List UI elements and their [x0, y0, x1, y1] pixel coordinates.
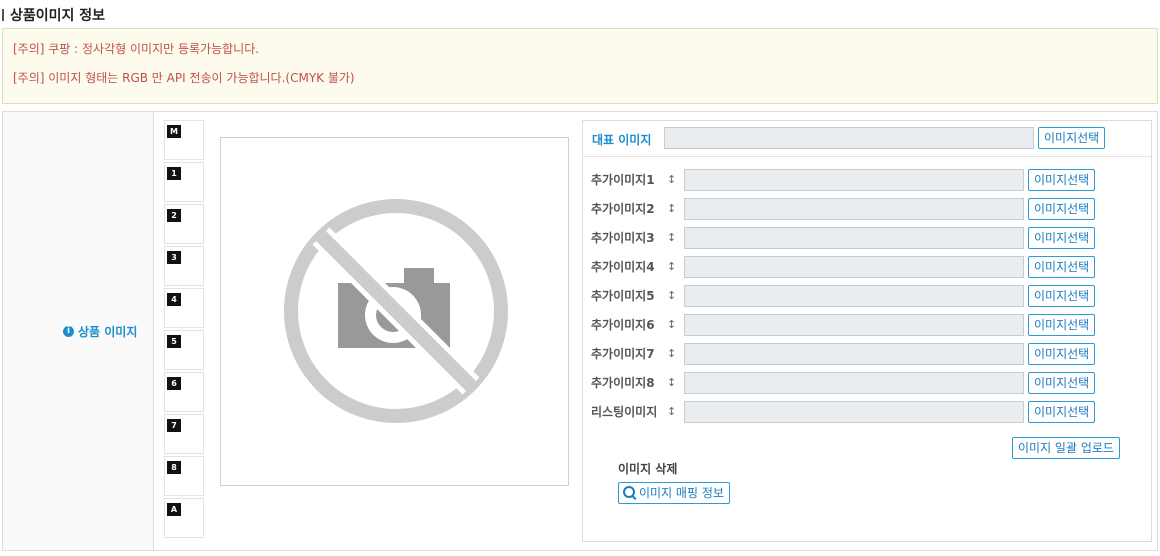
sub-image-label: 추가이미지2: [591, 202, 655, 216]
sub-image-row: 추가이미지4 ↕ 이미지선택: [583, 255, 1151, 279]
sort-handle-icon[interactable]: ↕: [667, 231, 676, 244]
sub-image-select-button[interactable]: 이미지선택: [1028, 401, 1096, 423]
thumbnail-slot[interactable]: 6: [164, 372, 204, 412]
sub-image-label: 추가이미지1: [591, 173, 655, 187]
thumbnail-tag: A: [167, 503, 181, 516]
thumbnail-tag: 3: [167, 251, 181, 264]
image-mapping-button[interactable]: 이미지 매핑 정보: [618, 482, 730, 504]
image-mapping-label: 이미지 매핑 정보: [639, 486, 724, 500]
sub-image-field[interactable]: [684, 227, 1024, 249]
row-label-cell: i 상품 이미지: [3, 112, 154, 550]
sub-image-field[interactable]: [684, 314, 1024, 336]
thumbnail-slot[interactable]: 4: [164, 288, 204, 328]
product-image-label-text: 상품 이미지: [78, 325, 138, 339]
sub-image-select-button[interactable]: 이미지선택: [1028, 285, 1096, 307]
notice-line-1: [주의] 쿠팡 : 정사각형 이미지만 등록가능합니다.: [13, 42, 260, 56]
thumbnail-tag: 4: [167, 293, 181, 306]
notice-line-2: [주의] 이미지 형태는 RGB 만 API 전송이 가능합니다.(CMYK 불…: [13, 71, 355, 85]
sub-image-select-button[interactable]: 이미지선택: [1028, 343, 1096, 365]
bulk-upload-button[interactable]: 이미지 일괄 업로드: [1012, 437, 1120, 459]
sub-image-select-button[interactable]: 이미지선택: [1028, 169, 1096, 191]
main-image-field[interactable]: [664, 127, 1034, 149]
section-title-text: 상품이미지 정보: [10, 8, 106, 24]
sub-image-select-button[interactable]: 이미지선택: [1028, 256, 1096, 278]
sub-image-row: 추가이미지7 ↕ 이미지선택: [583, 342, 1151, 366]
sub-image-field[interactable]: [684, 256, 1024, 278]
thumbnail-tag: 8: [167, 461, 181, 474]
sub-image-label: 추가이미지7: [591, 347, 655, 361]
section-title: 상품이미지 정보: [2, 5, 105, 25]
sub-image-select-button[interactable]: 이미지선택: [1028, 198, 1096, 220]
sub-image-field[interactable]: [684, 343, 1024, 365]
sort-handle-icon[interactable]: ↕: [667, 376, 676, 389]
info-icon: i: [63, 326, 74, 337]
thumbnail-slot[interactable]: 3: [164, 246, 204, 286]
sort-handle-icon[interactable]: ↕: [667, 202, 676, 215]
image-preview: [220, 137, 569, 486]
sub-image-field[interactable]: [684, 372, 1024, 394]
thumbnail-tag: M: [167, 125, 181, 138]
sub-image-label: 추가이미지8: [591, 376, 655, 390]
sort-handle-icon[interactable]: ↕: [667, 260, 676, 273]
product-image-label: i 상품 이미지: [63, 323, 137, 340]
main-image-select-button[interactable]: 이미지선택: [1038, 127, 1106, 149]
main-image-label: 대표 이미지: [592, 133, 652, 147]
thumbnail-slot[interactable]: 5: [164, 330, 204, 370]
sort-handle-icon[interactable]: ↕: [667, 405, 676, 418]
search-icon: [623, 486, 635, 498]
delete-image-label: 이미지 삭제: [618, 462, 678, 476]
thumbnail-slot[interactable]: 7: [164, 414, 204, 454]
sub-image-row: 추가이미지8 ↕ 이미지선택: [583, 371, 1151, 395]
thumbnail-slot[interactable]: 1: [164, 162, 204, 202]
sub-image-field[interactable]: [684, 198, 1024, 220]
thumbnail-tag: 5: [167, 335, 181, 348]
image-panel: i 상품 이미지 M 1 2 3 4 5 6 7 8 A 대표 이미지 이미지선택 추가이미지1 ↕…: [2, 111, 1158, 551]
thumbnail-list: M 1 2 3 4 5 6 7 8 A: [164, 120, 205, 540]
sub-image-label: 추가이미지4: [591, 260, 655, 274]
sub-image-label: 추가이미지5: [591, 289, 655, 303]
thumbnail-slot[interactable]: 8: [164, 456, 204, 496]
sub-image-field[interactable]: [684, 285, 1024, 307]
sub-image-label: 추가이미지3: [591, 231, 655, 245]
thumbnail-tag: 1: [167, 167, 181, 180]
thumbnail-slot[interactable]: M: [164, 120, 204, 160]
sort-handle-icon[interactable]: ↕: [667, 347, 676, 360]
sub-image-label: 리스팅이미지: [591, 405, 658, 419]
sub-image-field[interactable]: [684, 401, 1024, 423]
notice-box: [주의] 쿠팡 : 정사각형 이미지만 등록가능합니다. [주의] 이미지 형태…: [2, 28, 1158, 104]
thumbnail-slot[interactable]: A: [164, 498, 204, 538]
thumbnail-tag: 6: [167, 377, 181, 390]
sort-handle-icon[interactable]: ↕: [667, 318, 676, 331]
main-image-row: 대표 이미지 이미지선택: [583, 121, 1151, 157]
thumbnail-tag: 2: [167, 209, 181, 222]
thumbnail-slot[interactable]: 2: [164, 204, 204, 244]
sub-image-label: 추가이미지6: [591, 318, 655, 332]
sub-image-row: 리스팅이미지 ↕ 이미지선택: [583, 400, 1151, 424]
sub-image-row: 추가이미지5 ↕ 이미지선택: [583, 284, 1151, 308]
sub-image-row: 추가이미지1 ↕ 이미지선택: [583, 168, 1151, 192]
sort-handle-icon[interactable]: ↕: [667, 173, 676, 186]
no-image-camera-icon: [284, 199, 508, 423]
sub-image-select-button[interactable]: 이미지선택: [1028, 314, 1096, 336]
sub-image-field[interactable]: [684, 169, 1024, 191]
thumbnail-tag: 7: [167, 419, 181, 432]
title-bar-marker: [2, 9, 4, 21]
sub-image-select-button[interactable]: 이미지선택: [1028, 227, 1096, 249]
sub-image-row: 추가이미지6 ↕ 이미지선택: [583, 313, 1151, 337]
sub-image-row: 추가이미지2 ↕ 이미지선택: [583, 197, 1151, 221]
sub-image-row: 추가이미지3 ↕ 이미지선택: [583, 226, 1151, 250]
sort-handle-icon[interactable]: ↕: [667, 289, 676, 302]
sub-image-select-button[interactable]: 이미지선택: [1028, 372, 1096, 394]
image-fields-box: 대표 이미지 이미지선택 추가이미지1 ↕ 이미지선택 추가이미지2 ↕ 이미지선택 추가이…: [582, 120, 1152, 542]
